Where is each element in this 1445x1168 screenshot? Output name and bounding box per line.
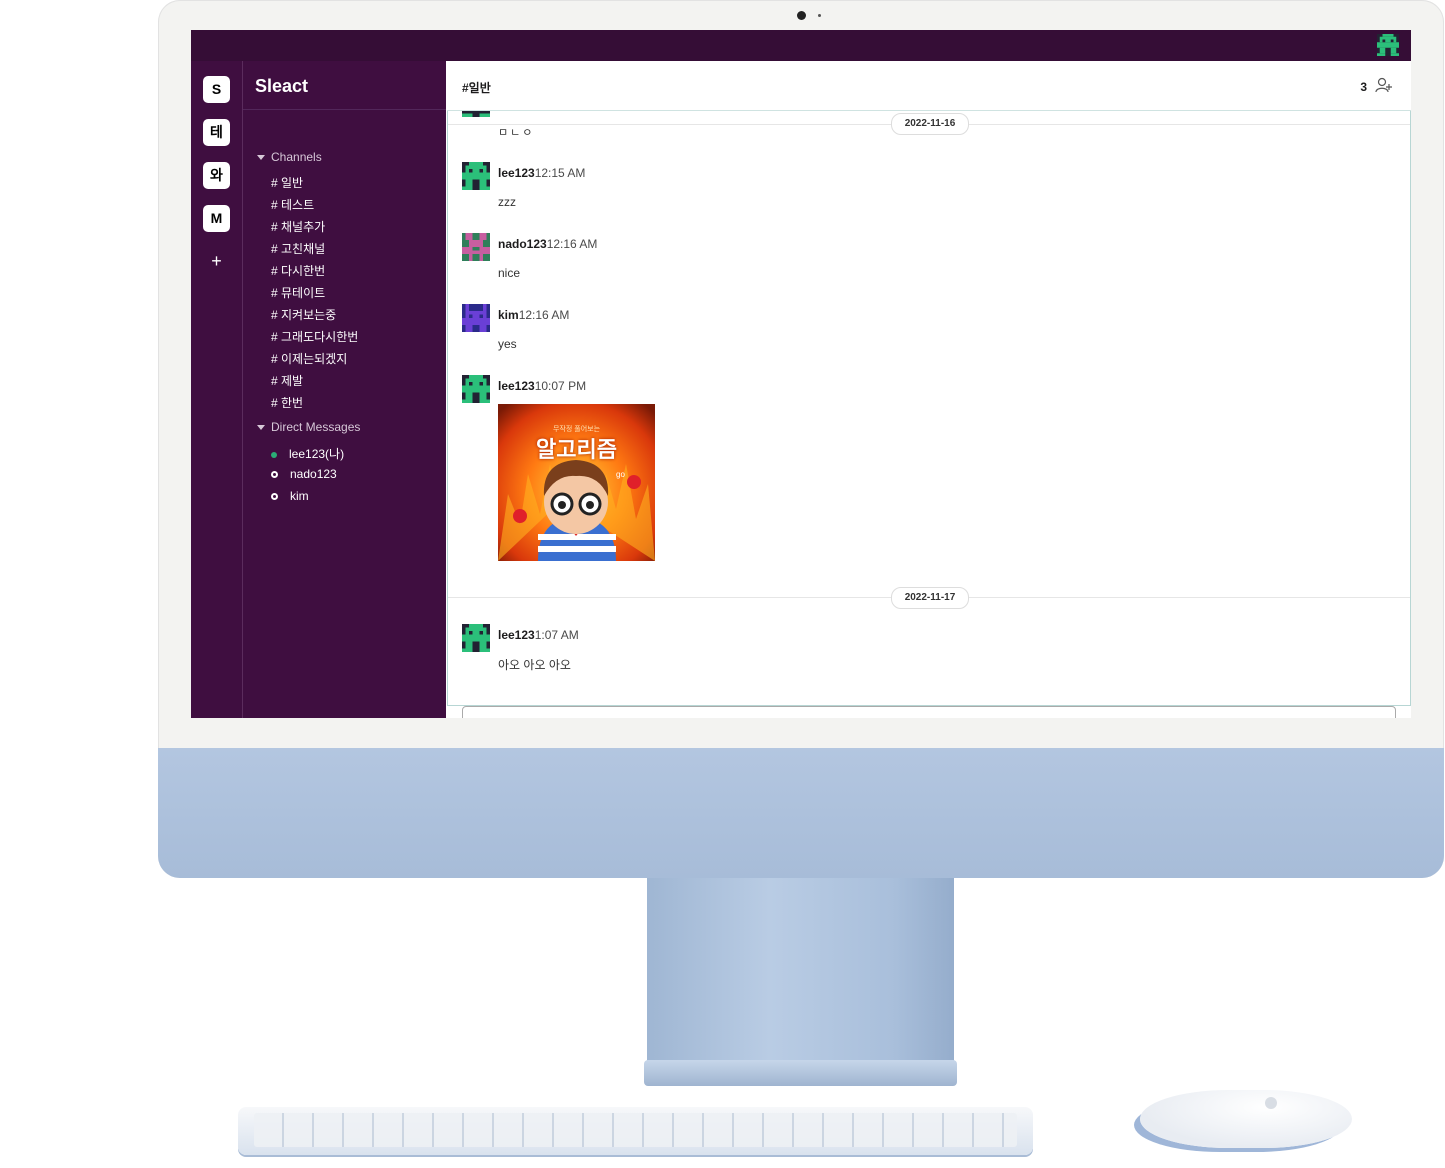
workspace-name[interactable]: Sleact [255, 76, 308, 97]
offline-status-icon [271, 493, 278, 501]
sidebar-channel-item[interactable]: # 그래도다시한번 [271, 328, 358, 345]
channel-header: #일반 3 [447, 61, 1411, 111]
dm-user-name: lee123(나) [289, 447, 345, 461]
avatar [462, 111, 490, 123]
sidebar-channel-item[interactable]: # 다시한번 [271, 262, 325, 279]
avatar [462, 233, 490, 266]
camera-indicator [818, 14, 821, 17]
sidebar-channel-item[interactable]: # 지켜보는중 [271, 306, 336, 323]
workspace-button-te[interactable]: 테 [203, 119, 230, 146]
online-status-icon [271, 451, 277, 458]
sidebar-channel-item[interactable]: # 제발 [271, 372, 303, 389]
message-time: 10:07 PM [534, 379, 587, 393]
message-author[interactable]: kim12:16 AM [498, 308, 569, 322]
workspace-button-m[interactable]: M [203, 205, 230, 232]
avatar [462, 162, 490, 195]
user-avatar-icon[interactable] [1377, 34, 1399, 61]
image-tag: go [616, 470, 625, 479]
add-workspace-button[interactable]: + [203, 248, 230, 275]
message-list[interactable]: ㅁㄴㅇ 2022-11-16 lee12312:15 AM zzz nado12… [447, 111, 1411, 706]
author-name: lee123 [498, 379, 535, 393]
author-name: lee123 [498, 166, 535, 180]
message-text: zzz [498, 195, 516, 209]
sidebar-channel-item[interactable]: # 이제는되겠지 [271, 350, 347, 367]
message-author[interactable]: lee1231:07 AM [498, 628, 579, 642]
date-badge: 2022-11-16 [891, 113, 969, 135]
avatar [462, 624, 490, 657]
dm-section-toggle[interactable]: Direct Messages [257, 420, 360, 434]
camera-icon [797, 11, 806, 20]
date-badge: 2022-11-17 [891, 587, 969, 609]
avatar [462, 375, 490, 408]
channels-section-label: Channels [271, 150, 322, 164]
add-member-icon[interactable] [1375, 77, 1393, 98]
mouse-image [1140, 1090, 1352, 1148]
message-text: yes [498, 337, 517, 351]
workspace-button-wa[interactable]: 와 [203, 162, 230, 189]
message-time: 12:15 AM [534, 166, 586, 180]
message-author[interactable]: lee12312:15 AM [498, 166, 585, 180]
caret-down-icon [257, 425, 265, 431]
sidebar-dm-item[interactable]: kim [271, 489, 309, 503]
offline-status-icon [271, 471, 278, 479]
message-image[interactable]: 무작정 풀어보는 알고리즘 go [498, 404, 655, 561]
member-count[interactable]: 3 [1360, 80, 1367, 94]
message-text: ㅁㄴㅇ [498, 127, 535, 139]
message-time: 12:16 AM [518, 308, 570, 322]
avatar [462, 304, 490, 337]
author-name: lee123 [498, 628, 535, 642]
message-text: 아오 아오 아오 [498, 658, 571, 672]
dm-section-label: Direct Messages [271, 420, 361, 434]
monitor-stand [647, 878, 954, 1074]
message-time: 12:16 AM [546, 237, 598, 251]
apple-logo-icon [1265, 1097, 1277, 1109]
caret-down-icon [257, 155, 265, 161]
message-input[interactable] [462, 706, 1396, 718]
monitor-stand-foot [644, 1060, 957, 1086]
sidebar-channel-item[interactable]: # 테스트 [271, 196, 314, 213]
workspace-rail: S 테 와 M + [191, 61, 243, 718]
message-author[interactable]: lee12310:07 PM [498, 379, 586, 393]
message-author[interactable]: nado12312:16 AM [498, 237, 597, 251]
channel-main: #일반 3 ㅁㄴㅇ 2022-11-16 lee12312:15 AM zzz [447, 61, 1411, 718]
message-time: 1:07 AM [534, 628, 579, 642]
monitor-chin [158, 748, 1444, 878]
channel-title: #일반 [462, 81, 491, 95]
author-name: kim [498, 308, 519, 322]
sidebar-channel-item[interactable]: # 뮤테이트 [271, 284, 325, 301]
top-bar [191, 30, 1411, 61]
sidebar-channel-item[interactable]: # 일반 [271, 174, 303, 191]
sidebar-dm-item[interactable]: nado123 [271, 467, 337, 481]
channels-section-toggle[interactable]: Channels [257, 150, 322, 164]
channel-sidebar: Sleact Channels # 일반 # 테스트 # 채널추가 # 고친채널… [243, 61, 446, 718]
keyboard-image [238, 1107, 1033, 1155]
workspace-button-s[interactable]: S [203, 76, 230, 103]
sidebar-channel-item[interactable]: # 고친채널 [271, 240, 325, 257]
dm-user-name: nado123 [290, 467, 337, 481]
author-name: nado123 [498, 237, 547, 251]
sidebar-channel-item[interactable]: # 한번 [271, 394, 303, 411]
message-text: nice [498, 266, 521, 280]
sidebar-dm-item[interactable]: lee123(나) [271, 445, 344, 462]
sidebar-divider [243, 109, 446, 110]
app-screen: S 테 와 M + Sleact Channels # 일반 # 테스트 # 채… [191, 30, 1411, 718]
sidebar-channel-item[interactable]: # 채널추가 [271, 218, 325, 235]
dm-user-name: kim [290, 489, 309, 503]
image-caption: 알고리즘 [536, 437, 617, 462]
